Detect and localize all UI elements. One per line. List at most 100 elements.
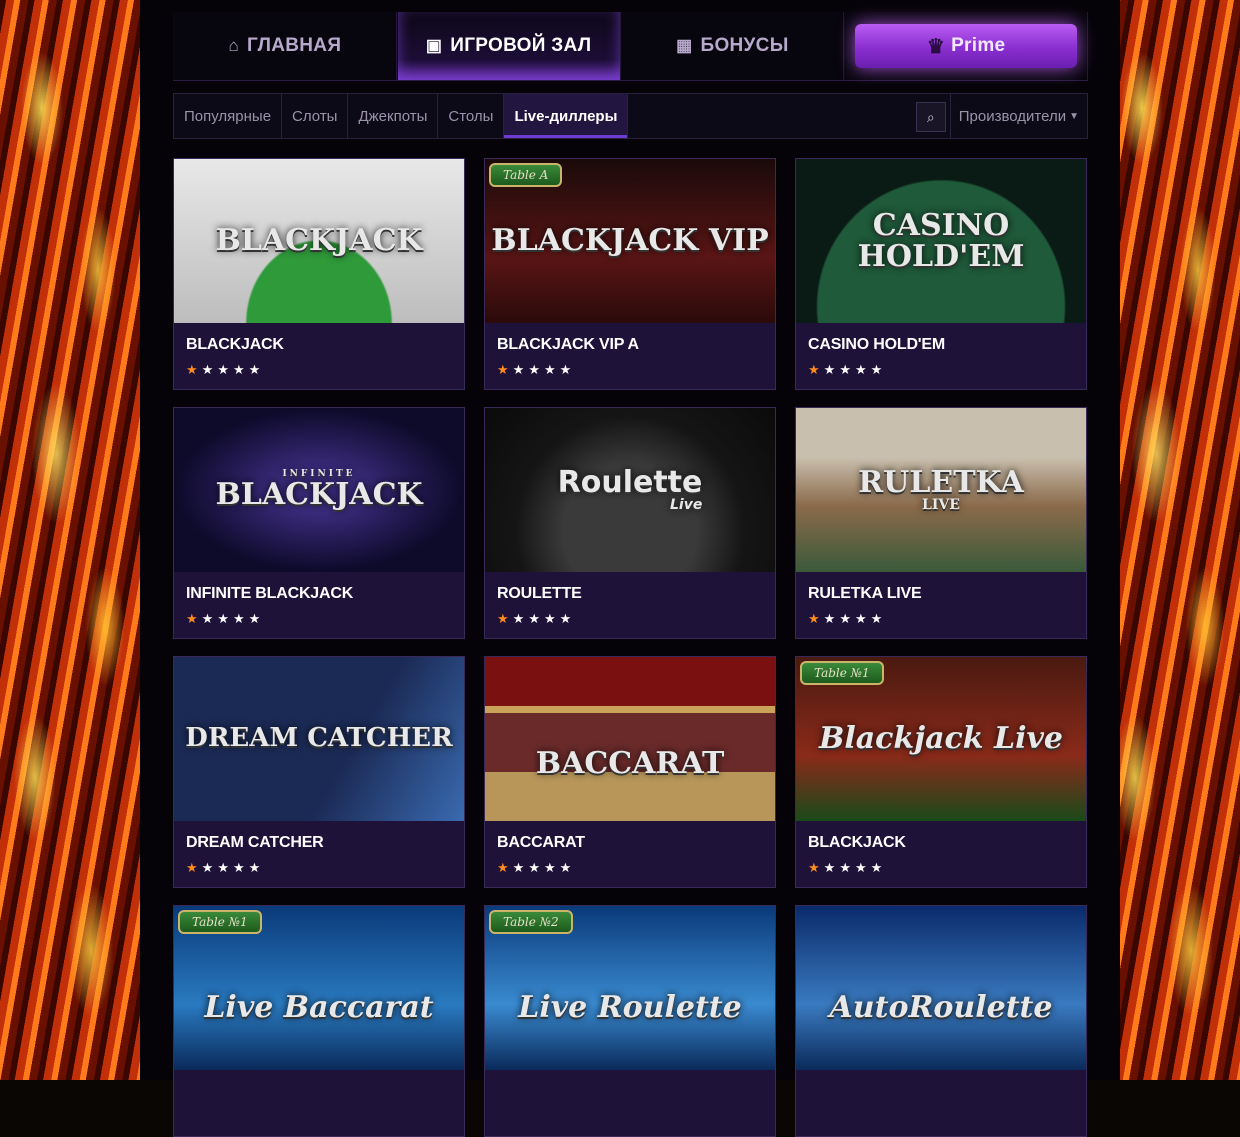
crown-icon: ♛	[926, 35, 946, 58]
star-icon[interactable]: ★	[186, 860, 198, 876]
star-icon[interactable]: ★	[808, 611, 820, 627]
game-card[interactable]: BACCARAT BACCARAT ★ ★ ★ ★ ★	[484, 656, 776, 888]
star-icon[interactable]: ★	[217, 860, 229, 876]
rating-stars[interactable]: ★ ★ ★ ★ ★	[808, 611, 882, 627]
star-icon[interactable]: ★	[202, 362, 214, 378]
star-icon[interactable]: ★	[808, 362, 820, 378]
star-icon[interactable]: ★	[839, 611, 851, 627]
tab-tables[interactable]: Столы	[438, 94, 505, 138]
star-icon[interactable]: ★	[824, 611, 836, 627]
rating-stars[interactable]: ★ ★ ★ ★ ★	[497, 860, 571, 876]
star-icon[interactable]: ★	[871, 611, 883, 627]
tab-popular[interactable]: Популярные	[174, 94, 283, 138]
providers-dropdown[interactable]: Производители ▼	[949, 94, 1087, 138]
star-icon[interactable]: ★	[249, 611, 261, 627]
nav-home[interactable]: ⌂ ГЛАВНАЯ	[173, 12, 397, 80]
main-content: ⌂ ГЛАВНАЯ ▣ ИГРОВОЙ ЗАЛ ▦ БОНУСЫ ♛ Prime…	[140, 0, 1120, 1137]
star-icon[interactable]: ★	[233, 362, 245, 378]
nav-prime[interactable]: ♛ Prime	[844, 12, 1088, 80]
star-icon[interactable]: ★	[855, 362, 867, 378]
game-thumbnail: Roulette Live	[485, 408, 775, 572]
games-grid: BLACKJACK BLACKJACK ★ ★ ★ ★ ★ Table A BLACKJ…	[173, 158, 1088, 1137]
star-icon[interactable]: ★	[186, 611, 198, 627]
game-card[interactable]: Table №2 Live Roulette	[484, 905, 776, 1137]
game-card[interactable]: INFINITE BLACKJACK INFINITE BLACKJACK ★ ★…	[173, 407, 465, 639]
game-thumbnail: DREAM CATCHER	[174, 657, 464, 821]
rating-stars[interactable]: ★ ★ ★ ★ ★	[186, 362, 260, 378]
game-art-text: AutoRoulette	[829, 990, 1053, 1026]
star-icon[interactable]: ★	[544, 611, 556, 627]
game-art-main: Roulette	[557, 464, 703, 500]
star-icon[interactable]: ★	[824, 860, 836, 876]
star-icon[interactable]: ★	[544, 362, 556, 378]
rating-stars[interactable]: ★ ★ ★ ★ ★	[186, 611, 260, 627]
game-card[interactable]: CASINO HOLD'EM CASINO HOLD'EM ★ ★ ★ ★ ★	[795, 158, 1087, 390]
gift-icon: ▦	[676, 36, 693, 55]
game-card[interactable]: BLACKJACK BLACKJACK ★ ★ ★ ★ ★	[173, 158, 465, 390]
nav-bonuses[interactable]: ▦ БОНУСЫ	[620, 12, 845, 80]
game-card[interactable]: Table №1 Live Baccarat	[173, 905, 465, 1137]
star-icon[interactable]: ★	[233, 860, 245, 876]
star-icon[interactable]: ★	[217, 362, 229, 378]
rating-stars[interactable]: ★ ★ ★ ★ ★	[497, 362, 571, 378]
game-art-text: INFINITE BLACKJACK	[215, 469, 422, 511]
star-icon[interactable]: ★	[560, 860, 572, 876]
game-card[interactable]: Table №1 Blackjack Live BLACKJACK ★ ★ ★ ★ ★	[795, 656, 1087, 888]
game-art-text: Blackjack Live	[818, 721, 1064, 757]
game-card[interactable]: DREAM CATCHER DREAM CATCHER ★ ★ ★ ★ ★	[173, 656, 465, 888]
game-card[interactable]: Roulette Live ROULETTE ★ ★ ★ ★ ★	[484, 407, 776, 639]
game-thumbnail: CASINO HOLD'EM	[796, 159, 1086, 323]
star-icon[interactable]: ★	[528, 860, 540, 876]
table-badge: Table A	[489, 163, 563, 187]
star-icon[interactable]: ★	[855, 860, 867, 876]
game-art-text: BLACKJACK	[215, 223, 423, 259]
star-icon[interactable]: ★	[528, 362, 540, 378]
game-card[interactable]: AutoRoulette	[795, 905, 1087, 1137]
star-icon[interactable]: ★	[871, 860, 883, 876]
star-icon[interactable]: ★	[217, 611, 229, 627]
star-icon[interactable]: ★	[528, 611, 540, 627]
star-icon[interactable]: ★	[839, 860, 851, 876]
tab-jackpots[interactable]: Джекпоты	[348, 94, 439, 138]
star-icon[interactable]: ★	[544, 860, 556, 876]
rating-stars[interactable]: ★ ★ ★ ★ ★	[497, 611, 571, 627]
star-icon[interactable]: ★	[202, 860, 214, 876]
star-icon[interactable]: ★	[497, 611, 509, 627]
star-icon[interactable]: ★	[497, 860, 509, 876]
tab-live-dealers[interactable]: Live-диллеры	[504, 94, 629, 138]
nav-gaming-hall[interactable]: ▣ ИГРОВОЙ ЗАЛ	[396, 12, 621, 80]
star-icon[interactable]: ★	[871, 362, 883, 378]
game-art-subtext: LIVE	[922, 497, 960, 514]
game-art-text: BACCARAT	[535, 746, 725, 782]
game-title: CASINO HOLD'EM	[808, 336, 946, 353]
prime-button[interactable]: ♛ Prime	[855, 24, 1077, 68]
star-icon[interactable]: ★	[855, 611, 867, 627]
star-icon[interactable]: ★	[560, 362, 572, 378]
star-icon[interactable]: ★	[513, 362, 525, 378]
game-thumbnail: AutoRoulette	[796, 906, 1086, 1070]
star-icon[interactable]: ★	[560, 611, 572, 627]
game-title: BLACKJACK	[808, 834, 906, 851]
game-card[interactable]: RULETKA LIVE RULETKA LIVE ★ ★ ★ ★ ★	[795, 407, 1087, 639]
providers-label: Производители	[958, 107, 1067, 125]
star-icon[interactable]: ★	[513, 611, 525, 627]
star-icon[interactable]: ★	[249, 362, 261, 378]
game-thumbnail: RULETKA LIVE	[796, 408, 1086, 572]
game-art-text: DREAM CATCHER	[185, 723, 453, 754]
star-icon[interactable]: ★	[186, 362, 198, 378]
star-icon[interactable]: ★	[824, 362, 836, 378]
rating-stars[interactable]: ★ ★ ★ ★ ★	[186, 860, 260, 876]
tab-slots[interactable]: Слоты	[282, 94, 349, 138]
star-icon[interactable]: ★	[202, 611, 214, 627]
star-icon[interactable]: ★	[233, 611, 245, 627]
star-icon[interactable]: ★	[513, 860, 525, 876]
game-card[interactable]: Table A BLACKJACK VIP BLACKJACK VIP A ★ ★…	[484, 158, 776, 390]
search-icon: ⌕	[926, 108, 935, 125]
rating-stars[interactable]: ★ ★ ★ ★ ★	[808, 362, 882, 378]
star-icon[interactable]: ★	[808, 860, 820, 876]
search-button[interactable]: ⌕	[915, 102, 946, 132]
star-icon[interactable]: ★	[249, 860, 261, 876]
star-icon[interactable]: ★	[839, 362, 851, 378]
star-icon[interactable]: ★	[497, 362, 509, 378]
rating-stars[interactable]: ★ ★ ★ ★ ★	[808, 860, 882, 876]
